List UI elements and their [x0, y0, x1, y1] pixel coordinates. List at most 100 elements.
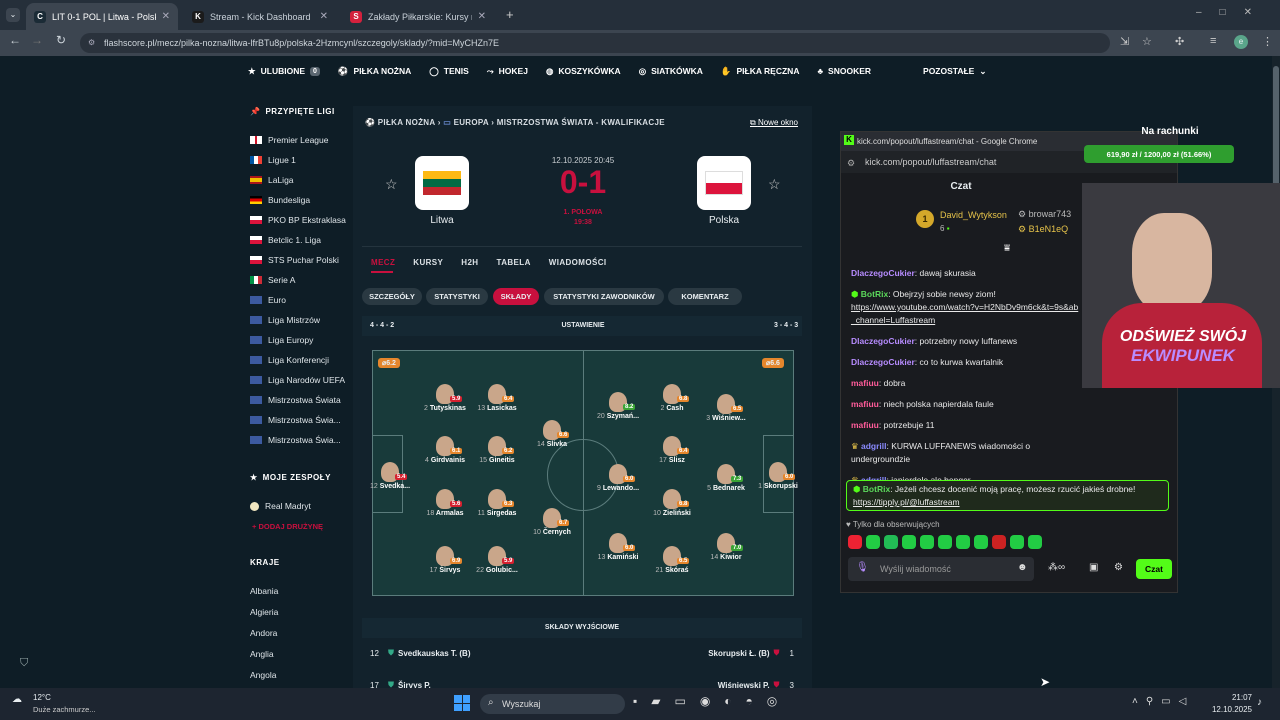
nav-item-0[interactable]: ★ ULUBIONE 0	[248, 66, 320, 77]
player-marker[interactable]: 6.2 15 Gineitis	[467, 436, 527, 464]
chat-message[interactable]: ♛ adgrill: KURWA LUFFANEWS wiadomości o …	[851, 440, 1079, 466]
tab-close-icon[interactable]: ✕	[162, 11, 170, 22]
notification-bell-icon[interactable]: ♪	[1257, 697, 1262, 708]
player-marker[interactable]: 7.3 5 Bednarek	[696, 464, 756, 492]
taskbar-search[interactable]: Wyszukaj	[480, 694, 625, 714]
clock-time[interactable]: 21:07	[1208, 693, 1252, 702]
browser-tab[interactable]: S Zakłady Piłkarskie: Kursy na Piłk ✕	[342, 3, 494, 30]
nav-item-5[interactable]: ◎ SIATKÓWKA	[639, 66, 703, 77]
tab-close-icon[interactable]: ✕	[320, 11, 328, 22]
league-item[interactable]: Liga Narodów UEFA	[250, 370, 360, 390]
country-item[interactable]: Algieria	[250, 601, 350, 622]
chat-username[interactable]: mafiuu	[851, 420, 879, 430]
emote-icon[interactable]	[902, 535, 916, 549]
pinned-message[interactable]: ⬢ BotRix: Jeżeli chcesz docenić moją pra…	[846, 480, 1169, 511]
chat-username[interactable]: DlaczegoCukier	[851, 357, 915, 367]
site-controls-icon[interactable]: ⚙	[847, 158, 855, 169]
league-item[interactable]: LaLiga	[250, 170, 360, 190]
chat-username[interactable]: DlaczegoCukier	[851, 336, 915, 346]
tab-close-icon[interactable]: ✕	[478, 11, 486, 22]
sub-tab[interactable]: STATYSTYKI ZAWODNIKÓW	[544, 288, 664, 305]
league-item[interactable]: Mistrzostwa Świa...	[250, 410, 360, 430]
chat-username[interactable]: mafiuu	[851, 399, 879, 409]
sub-tab[interactable]: KOMENTARZ	[668, 288, 742, 305]
media-icon[interactable]: ≡	[1210, 35, 1216, 47]
league-item[interactable]: Euro	[250, 290, 360, 310]
chat-link[interactable]: https://www.youtube.com/watch?v=H2NbDv9m…	[851, 302, 1078, 325]
league-item[interactable]: Liga Mistrzów	[250, 310, 360, 330]
country-item[interactable]: Andora	[250, 622, 350, 643]
emote-icon[interactable]	[974, 535, 988, 549]
match-tab[interactable]: H2H	[461, 258, 478, 267]
emote-icon[interactable]	[884, 535, 898, 549]
player-marker[interactable]: 8.2 20 Szymań...	[588, 392, 648, 420]
chat-message[interactable]: DlaczegoCukier: co to kurwa kwartalnik	[851, 356, 1079, 369]
chat-username[interactable]: BotRix	[861, 289, 888, 299]
chat-username[interactable]: DlaczegoCukier	[851, 268, 915, 278]
collapse-icon[interactable]: ⩸	[1004, 243, 1010, 254]
weather-temp[interactable]: 12°C	[33, 693, 51, 702]
favorite-home-star-icon[interactable]: ☆	[385, 176, 398, 193]
emote-icon[interactable]	[938, 535, 952, 549]
away-team-logo[interactable]	[697, 156, 751, 210]
profile-avatar[interactable]: e	[1234, 35, 1248, 49]
sub-tab[interactable]: SKŁADY	[493, 288, 539, 305]
system-tray-icons[interactable]: ˄⚲▭◁	[1132, 696, 1194, 707]
country-item[interactable]: Anglia	[250, 643, 350, 664]
nav-item-2[interactable]: ◯ TENIS	[429, 66, 469, 77]
chat-username[interactable]: mafiuu	[851, 378, 879, 388]
player-marker[interactable]: 6.4 13 Lasickas	[467, 384, 527, 412]
gifter-1[interactable]: ⚙ browar743	[1018, 209, 1071, 220]
new-tab-button[interactable]: +	[506, 7, 514, 22]
player-marker[interactable]: 5.4 12 Svedka...	[360, 462, 420, 490]
chat-message[interactable]: DlaczegoCukier: dawaj skurasia	[851, 267, 1079, 280]
add-team-link[interactable]: + DODAJ DRUŻYNĘ	[252, 522, 323, 531]
nav-item-7[interactable]: ♣ SNOOKER	[817, 66, 871, 76]
league-item[interactable]: Serie A	[250, 270, 360, 290]
player-marker[interactable]: 6.0 13 Kamiński	[588, 533, 648, 561]
chat-message[interactable]: mafiuu: dobra	[851, 377, 1079, 390]
player-marker[interactable]: 6.4 17 Slisz	[642, 436, 702, 464]
nav-item-6[interactable]: ✋ PIŁKA RĘCZNA	[721, 66, 800, 77]
top-supporter-name[interactable]: David_Wytykson	[940, 210, 1007, 220]
player-marker[interactable]: 6.9 17 Širvys	[415, 546, 475, 574]
away-team-name[interactable]: Polska	[697, 215, 751, 226]
player-marker[interactable]: 6.7 10 Černych	[522, 508, 582, 536]
nav-item-3[interactable]: ⤳ HOKEJ	[487, 66, 528, 77]
window-controls[interactable]: –□✕	[1196, 7, 1270, 18]
player-marker[interactable]: 7.0 14 Kiwior	[696, 533, 756, 561]
league-item[interactable]: STS Puchar Polski	[250, 250, 360, 270]
league-item[interactable]: PKO BP Ekstraklasa	[250, 210, 360, 230]
favorite-away-star-icon[interactable]: ☆	[768, 176, 781, 193]
league-item[interactable]: Liga Konferencji	[250, 350, 360, 370]
back-icon[interactable]: ←	[6, 33, 24, 47]
gifter-2[interactable]: ⚙ B1eN1eQ	[1018, 224, 1068, 235]
breadcrumb[interactable]: ⚽ PIŁKA NOŻNA › ▭ EUROPA › MISTRZOSTWA Ś…	[365, 118, 665, 127]
match-tab[interactable]: TABELA	[497, 258, 531, 267]
nav-more[interactable]: POZOSTAŁE ⌄	[923, 66, 986, 77]
league-item[interactable]: Liga Europy	[250, 330, 360, 350]
player-marker[interactable]: 6.5 3 Wiśniew...	[696, 394, 756, 422]
emote-icon[interactable]	[848, 535, 862, 549]
lineup-row[interactable]: 12 ⛊ Svedkauskas T. (B) Skorupski Ł. (B) ⛊ 1	[362, 644, 802, 662]
weather-icon[interactable]: ☁	[12, 694, 22, 705]
player-marker[interactable]: 6.0 9 Lewando...	[588, 464, 648, 492]
chat-username[interactable]: adgrill	[861, 441, 887, 451]
install-icon[interactable]: ⇲	[1120, 35, 1129, 48]
nav-item-1[interactable]: ⚽ PIŁKA NOŻNA	[338, 66, 411, 77]
league-item[interactable]: Betclic 1. Liga	[250, 230, 360, 250]
emoji-icon[interactable]: ☻	[1017, 562, 1028, 573]
player-marker[interactable]: 5.9 22 Golubic...	[467, 546, 527, 574]
player-marker[interactable]: 5.6 18 Armalas	[415, 489, 475, 517]
chat-message[interactable]: ⬢ BotRix: Obejrzyj sobie newsy ziom! http…	[851, 288, 1079, 327]
new-window-link[interactable]: ⧉ Nowe okno	[750, 118, 798, 128]
league-item[interactable]: Bundesliga	[250, 190, 360, 210]
match-tab[interactable]: WIADOMOŚCI	[549, 258, 607, 267]
player-marker[interactable]: 6.0 1 Skorupski	[748, 462, 808, 490]
reload-icon[interactable]: ↻	[52, 33, 70, 47]
country-item[interactable]: Angola	[250, 664, 350, 685]
player-marker[interactable]: 6.1 4 Girdvainis	[415, 436, 475, 464]
player-marker[interactable]: 6.5 21 Skóraś	[642, 546, 702, 574]
browser-tab[interactable]: K Stream - Kick Dashboard ✕	[184, 3, 336, 30]
emote-icon[interactable]	[992, 535, 1006, 549]
